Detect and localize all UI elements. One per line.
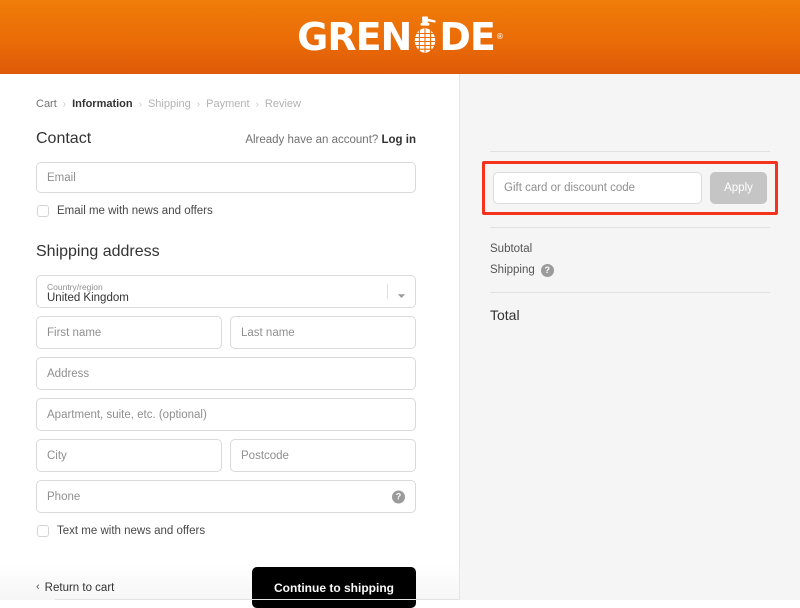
newsletter-label: Email me with news and offers [57, 205, 213, 217]
country-select-value: United Kingdom [47, 291, 129, 304]
logo-text-prefix: GREN [297, 15, 412, 59]
first-name-field[interactable]: First name [36, 316, 222, 349]
summary-rows: Subtotal Shipping ? [490, 228, 770, 280]
shipping-section-header: Shipping address [36, 243, 416, 261]
logo-text-suffix: DE [439, 15, 496, 59]
site-header: GREN DE ® [0, 0, 800, 74]
shipping-label-wrap: Shipping ? [490, 263, 554, 277]
contact-section-header: Contact Already have an account? Log in [36, 130, 416, 148]
grenade-icon [410, 16, 440, 58]
address-field[interactable]: Address [36, 357, 416, 390]
apartment-placeholder: Apartment, suite, etc. (optional) [47, 408, 207, 421]
summary-top-divider [490, 151, 770, 152]
logo-wordmark: GREN DE ® [297, 15, 504, 59]
chevron-left-icon: ‹ [36, 581, 40, 593]
account-note-text: Already have an account? [245, 134, 379, 146]
phone-placeholder: Phone [47, 490, 81, 503]
breadcrumb-separator: › [138, 98, 142, 110]
order-summary-sidebar: Gift card or discount code Apply Subtota… [459, 74, 800, 600]
sms-checkbox[interactable] [37, 525, 49, 537]
checkout-page: Cart › Information › Shipping › Payment … [0, 74, 800, 608]
discount-code-annotation: Gift card or discount code Apply [482, 161, 778, 215]
subtotal-row: Subtotal [490, 239, 770, 259]
breadcrumb-separator: › [196, 98, 201, 110]
logo-trademark: ® [495, 32, 504, 41]
shipping-row: Shipping ? [490, 260, 770, 280]
city-field[interactable]: City [36, 439, 222, 472]
shipping-title: Shipping address [36, 243, 160, 260]
sms-label: Text me with news and offers [57, 525, 206, 537]
breadcrumb-item-payment: Payment [206, 98, 250, 110]
discount-code-row: Gift card or discount code Apply [493, 172, 767, 204]
city-postcode-row: City Postcode [36, 439, 416, 480]
shipping-label: Shipping [490, 264, 535, 276]
contact-title: Contact [36, 130, 92, 147]
sms-checkbox-row[interactable]: Text me with news and offers [37, 521, 416, 541]
return-to-cart-link[interactable]: ‹ Return to cart [36, 582, 114, 594]
discount-code-input[interactable]: Gift card or discount code [493, 172, 702, 204]
phone-field[interactable]: Phone ? [36, 480, 416, 513]
breadcrumb: Cart › Information › Shipping › Payment … [36, 98, 416, 110]
last-name-field[interactable]: Last name [230, 316, 416, 349]
form-actions: ‹ Return to cart Continue to shipping [36, 567, 416, 608]
postcode-field[interactable]: Postcode [230, 439, 416, 472]
total-row: Total [490, 293, 770, 323]
breadcrumb-item-information[interactable]: Information [72, 98, 133, 110]
apartment-field[interactable]: Apartment, suite, etc. (optional) [36, 398, 416, 431]
breadcrumb-separator: › [255, 98, 259, 110]
shipping-help-icon[interactable]: ? [540, 263, 554, 277]
address-placeholder: Address [47, 367, 90, 380]
breadcrumb-separator: › [62, 98, 67, 110]
email-placeholder: Email [47, 171, 76, 184]
breadcrumb-item-shipping: Shipping [147, 98, 191, 110]
login-link[interactable]: Log in [382, 134, 417, 146]
discount-code-placeholder: Gift card or discount code [504, 182, 636, 194]
phone-help-icon[interactable]: ? [392, 490, 405, 503]
country-select-label: Country/region [47, 281, 103, 292]
total-label: Total [490, 307, 520, 323]
apply-discount-button[interactable]: Apply [710, 172, 767, 204]
select-divider [387, 284, 388, 299]
email-field[interactable]: Email [36, 162, 416, 193]
subtotal-label: Subtotal [490, 243, 533, 255]
name-row: First name Last name [36, 316, 416, 357]
country-select[interactable]: Country/region United Kingdom [36, 275, 416, 308]
city-placeholder: City [47, 449, 67, 462]
checkout-main-column: Cart › Information › Shipping › Payment … [0, 74, 459, 608]
return-to-cart-label: Return to cart [44, 581, 115, 594]
postcode-placeholder: Postcode [241, 449, 289, 462]
breadcrumb-item-cart[interactable]: Cart [36, 98, 57, 110]
chevron-down-icon [397, 287, 406, 298]
last-name-placeholder: Last name [241, 326, 295, 339]
continue-to-shipping-button[interactable]: Continue to shipping [252, 567, 416, 608]
first-name-placeholder: First name [47, 326, 102, 339]
grenade-logo[interactable]: GREN DE ® [297, 14, 504, 60]
account-note: Already have an account? Log in [245, 134, 416, 146]
newsletter-checkbox-row[interactable]: Email me with news and offers [37, 201, 416, 221]
breadcrumb-item-review: Review [264, 98, 301, 110]
newsletter-checkbox[interactable] [37, 205, 49, 217]
